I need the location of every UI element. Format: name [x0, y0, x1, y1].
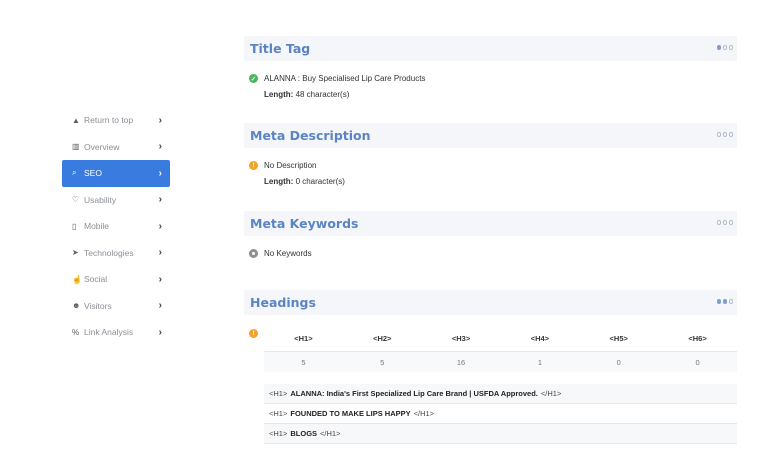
- section-options-icon[interactable]: [716, 45, 733, 50]
- heading-count-cell: 5: [264, 351, 343, 372]
- sidebar-item-seo[interactable]: ⌕ SEO ›: [62, 160, 170, 187]
- heading-tag: </H1>: [540, 389, 562, 398]
- heading-tag: <H1>: [269, 389, 288, 398]
- section-title: Meta Description: [250, 128, 371, 143]
- section-options-icon[interactable]: [716, 299, 733, 304]
- sidebar-item-label: Overview: [84, 141, 120, 152]
- sidebar-item-visitors[interactable]: ☻ Visitors ›: [62, 293, 170, 320]
- title-tag-header: Title Tag: [244, 36, 737, 61]
- heading-column-header: <H2>: [373, 333, 392, 343]
- sidebar-item-label: Technologies: [84, 247, 134, 258]
- heading-column-header: <H1>: [294, 333, 313, 343]
- heading-count-cell: 5: [342, 351, 422, 372]
- heading-text: BLOGS: [290, 429, 318, 438]
- thumbs-up-icon: ☝: [72, 274, 82, 284]
- sidebar-item-label: Visitors: [84, 300, 112, 311]
- meta-description-status: ! No Description: [249, 161, 316, 170]
- chevron-right-icon: ›: [158, 220, 162, 232]
- chevron-right-icon: ›: [158, 114, 162, 126]
- lightbulb-icon: ♡: [72, 195, 80, 205]
- list-item: <H1> FOUNDED TO MAKE LIPS HAPPY </H1>: [264, 404, 737, 424]
- link-icon: %: [72, 327, 80, 337]
- heading-count-cell: 0: [658, 351, 737, 372]
- chevron-right-icon: ›: [158, 326, 162, 338]
- title-tag-length: Length: 48 character(s): [264, 90, 349, 99]
- sidebar-item-mobile[interactable]: ▯ Mobile ›: [62, 213, 170, 240]
- title-tag-status: ✓ ALANNA : Buy Specialised Lip Care Prod…: [249, 74, 425, 83]
- meta-keywords-status: No Keywords: [249, 249, 312, 258]
- chevron-right-icon: ›: [158, 167, 162, 179]
- sidebar-item-label: Usability: [84, 194, 117, 205]
- warning-icon: !: [249, 329, 258, 338]
- heading-text: ALANNA: India's First Specialized Lip Ca…: [290, 389, 538, 398]
- mobile-icon: ▯: [72, 221, 77, 231]
- section-title: Headings: [250, 295, 316, 310]
- sidebar-item-label: Link Analysis: [84, 327, 134, 338]
- sidebar-item-label: Social: [84, 274, 108, 285]
- length-value: 48 character(s): [295, 90, 350, 99]
- chevron-right-icon: ›: [158, 247, 162, 259]
- sidebar-item-usability[interactable]: ♡ Usability ›: [62, 187, 170, 214]
- heading-tag: </H1>: [413, 409, 435, 418]
- meta-keywords-header: Meta Keywords: [244, 211, 737, 236]
- meta-keywords-value: No Keywords: [264, 249, 312, 258]
- section-options-icon[interactable]: [716, 132, 733, 137]
- heading-tag: </H1>: [320, 429, 341, 438]
- heading-column-header: <H5>: [609, 333, 628, 343]
- sidebar-item-social[interactable]: ☝ Social ›: [62, 266, 170, 293]
- chevron-right-icon: ›: [158, 194, 162, 206]
- chevron-right-icon: ›: [158, 141, 162, 153]
- users-icon: ☻: [72, 301, 81, 311]
- sidebar-item-overview[interactable]: ▥ Overview ›: [62, 134, 170, 161]
- list-item: <H1> BLOGS </H1>: [264, 424, 737, 444]
- section-title: Title Tag: [250, 41, 311, 56]
- heading-count-cell: 0: [579, 351, 659, 372]
- heading-column-header: <H3>: [451, 333, 471, 343]
- chevron-right-icon: ›: [158, 300, 162, 312]
- sidebar-item-label: Return to top: [84, 115, 134, 126]
- sidebar-item-link-analysis[interactable]: % Link Analysis ›: [62, 319, 170, 346]
- meta-description-header: Meta Description: [244, 123, 737, 148]
- meta-description-length: Length: 0 character(s): [264, 177, 345, 186]
- chevron-right-icon: ›: [158, 273, 162, 285]
- section-options-icon[interactable]: [716, 220, 733, 225]
- paper-plane-icon: ➤: [72, 248, 79, 258]
- chevron-up-icon: ▲: [72, 115, 80, 125]
- check-circle-icon: ✓: [249, 74, 258, 83]
- warning-icon: !: [249, 161, 258, 170]
- sidebar-item-label: SEO: [84, 168, 102, 179]
- heading-column-header: <H6>: [688, 333, 707, 343]
- headings-list: <H1> ALANNA: India's First Specialized Li…: [264, 384, 737, 444]
- headings-header: Headings: [244, 290, 737, 315]
- sidebar-nav: ▲ Return to top › ▥ Overview › ⌕ SEO › ♡ Usability…: [62, 107, 170, 346]
- search-icon: ⌕: [72, 168, 77, 178]
- heading-count-cell: 16: [421, 351, 501, 372]
- neutral-circle-icon: [249, 249, 258, 258]
- headings-count-table: <H1> <H2> <H3> <H4> <H5> <H6> 5 5 16 1 0 0: [264, 325, 737, 372]
- length-label: Length:: [264, 90, 294, 99]
- bar-chart-icon: ▥: [72, 142, 80, 152]
- heading-tag: <H1>: [269, 409, 288, 418]
- list-item: <H1> ALANNA: India's First Specialized Li…: [264, 384, 737, 404]
- headings-status: !: [249, 329, 264, 338]
- heading-text: FOUNDED TO MAKE LIPS HAPPY: [290, 409, 411, 418]
- sidebar-item-technologies[interactable]: ➤ Technologies ›: [62, 240, 170, 267]
- section-title: Meta Keywords: [250, 216, 359, 231]
- sidebar-item-return-to-top[interactable]: ▲ Return to top ›: [62, 107, 170, 134]
- heading-tag: <H1>: [269, 429, 288, 438]
- length-value: 0 character(s): [295, 177, 345, 186]
- heading-column-header: <H4>: [530, 333, 550, 343]
- title-tag-value: ALANNA : Buy Specialised Lip Care Produc…: [264, 74, 426, 83]
- length-label: Length:: [264, 177, 294, 186]
- sidebar-item-label: Mobile: [84, 221, 110, 232]
- heading-count-cell: 1: [500, 351, 580, 372]
- meta-description-value: No Description: [264, 161, 317, 170]
